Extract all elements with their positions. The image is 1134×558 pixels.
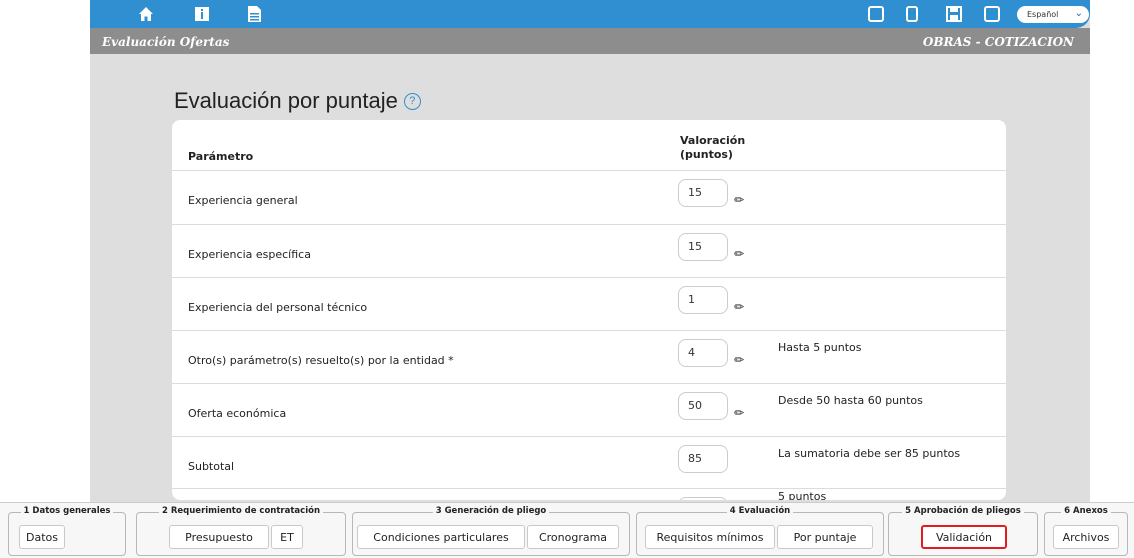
step-group-requerimiento: 2 Requerimiento de contratación Presupue… — [136, 506, 346, 556]
pencil-icon[interactable]: ✏ — [734, 300, 744, 314]
step-group-datos-generales: 1 Datos generales Datos — [8, 506, 126, 556]
column-header-valuation-line1: Valoración — [680, 134, 746, 147]
section-bar: Evaluación Ofertas OBRAS - COTIZACION — [90, 28, 1090, 54]
table-row: Experiencia del personal técnico 1 ✏ — [172, 277, 1006, 331]
new-file-icon[interactable] — [906, 6, 918, 22]
table-row: Experiencia general 15 ✏ — [172, 170, 1006, 224]
column-header-parameter: Parámetro — [188, 150, 254, 163]
step-group-label: 4 Evaluación — [726, 506, 794, 516]
score-input[interactable]: 1 — [678, 286, 728, 314]
table-row: Oferta económica 50 ✏ Desde 50 hasta 60 … — [172, 383, 1006, 437]
table-row: 5 puntos — [172, 488, 1006, 500]
score-input: 85 — [678, 445, 728, 473]
score-input — [678, 497, 728, 500]
cronograma-button[interactable]: Cronograma — [527, 525, 619, 549]
score-input[interactable]: 15 — [678, 233, 728, 261]
step-group-label: 5 Aprobación de pliegos — [902, 506, 1024, 516]
pencil-icon[interactable]: ✏ — [734, 193, 744, 207]
por-puntaje-button[interactable]: Por puntaje — [777, 525, 873, 549]
condiciones-particulares-button[interactable]: Condiciones particulares — [357, 525, 525, 549]
column-header-valuation: Valoración (puntos) — [680, 134, 745, 162]
parameter-name: Experiencia general — [188, 194, 298, 207]
archivos-button[interactable]: Archivos — [1053, 525, 1119, 549]
document-icon[interactable] — [246, 6, 262, 22]
score-input[interactable]: 50 — [678, 392, 728, 420]
step-group-generacion-pliego: 3 Generación de pliego Condiciones parti… — [352, 506, 630, 556]
score-note: La sumatoria debe ser 85 puntos — [778, 447, 961, 460]
pencil-icon[interactable]: ✏ — [734, 353, 744, 367]
step-group-aprobacion: 5 Aprobación de pliegos Validación — [888, 506, 1038, 556]
parameter-name: Oferta económica — [188, 407, 287, 420]
score-note: 5 puntos — [778, 490, 827, 500]
score-input[interactable]: 15 — [678, 179, 728, 207]
column-header-valuation-line2: (puntos) — [680, 148, 733, 161]
help-icon[interactable]: ? — [403, 92, 421, 110]
section-title: Evaluación Ofertas — [102, 35, 230, 49]
parameter-name: Experiencia específica — [188, 248, 311, 261]
table-row: Experiencia específica 15 ✏ — [172, 224, 1006, 278]
step-group-label: 1 Datos generales — [20, 506, 114, 516]
pencil-icon[interactable]: ✏ — [734, 406, 744, 420]
workflow-steps-bar: 1 Datos generales Datos 2 Requerimiento … — [0, 502, 1134, 558]
save-icon[interactable] — [946, 6, 962, 22]
pencil-icon[interactable]: ✏ — [734, 247, 744, 261]
parameter-name: Otro(s) parámetro(s) resuelto(s) por la … — [188, 354, 454, 367]
et-button[interactable]: ET — [271, 525, 303, 549]
step-group-label: 2 Requerimiento de contratación — [158, 506, 323, 516]
pdf-icon[interactable] — [868, 6, 884, 22]
language-label: Español — [1027, 10, 1059, 19]
home-icon[interactable] — [138, 6, 154, 22]
score-input[interactable]: 4 — [678, 339, 728, 367]
step-group-label: 3 Generación de pliego — [432, 506, 550, 516]
parameter-name: Subtotal — [188, 460, 235, 473]
table-row: Otro(s) parámetro(s) resuelto(s) por la … — [172, 330, 1006, 384]
step-group-anexos: 6 Anexos Archivos — [1044, 506, 1128, 556]
chevron-down-icon: ⌄ — [1074, 8, 1083, 19]
validacion-button[interactable]: Validación — [921, 525, 1007, 549]
presupuesto-button[interactable]: Presupuesto — [169, 525, 269, 549]
language-select[interactable]: Español ⌄ — [1017, 6, 1089, 23]
parameter-name: Experiencia del personal técnico — [188, 301, 368, 314]
pdf-export-icon[interactable] — [984, 6, 1000, 22]
top-toolbar: Español ⌄ — [90, 0, 1090, 28]
score-note: Desde 50 hasta 60 puntos — [778, 394, 923, 407]
requisitos-minimos-button[interactable]: Requisitos mínimos — [645, 525, 775, 549]
table-row: Subtotal 85 La sumatoria debe ser 85 pun… — [172, 436, 1006, 490]
procedure-type: OBRAS - COTIZACION — [922, 35, 1074, 49]
app-window: Español ⌄ Evaluación Ofertas OBRAS - COT… — [90, 0, 1090, 558]
score-note: Hasta 5 puntos — [778, 341, 862, 354]
info-icon[interactable] — [194, 6, 210, 22]
step-group-evaluacion: 4 Evaluación Requisitos mínimos Por punt… — [636, 506, 884, 556]
page-title-text: Evaluación por puntaje — [174, 88, 398, 113]
page-title: Evaluación por puntaje ? — [174, 88, 421, 114]
step-group-label: 6 Anexos — [1061, 506, 1111, 516]
datos-button[interactable]: Datos — [19, 525, 65, 549]
scoring-table: Parámetro Valoración (puntos) Experienci… — [172, 120, 1006, 500]
